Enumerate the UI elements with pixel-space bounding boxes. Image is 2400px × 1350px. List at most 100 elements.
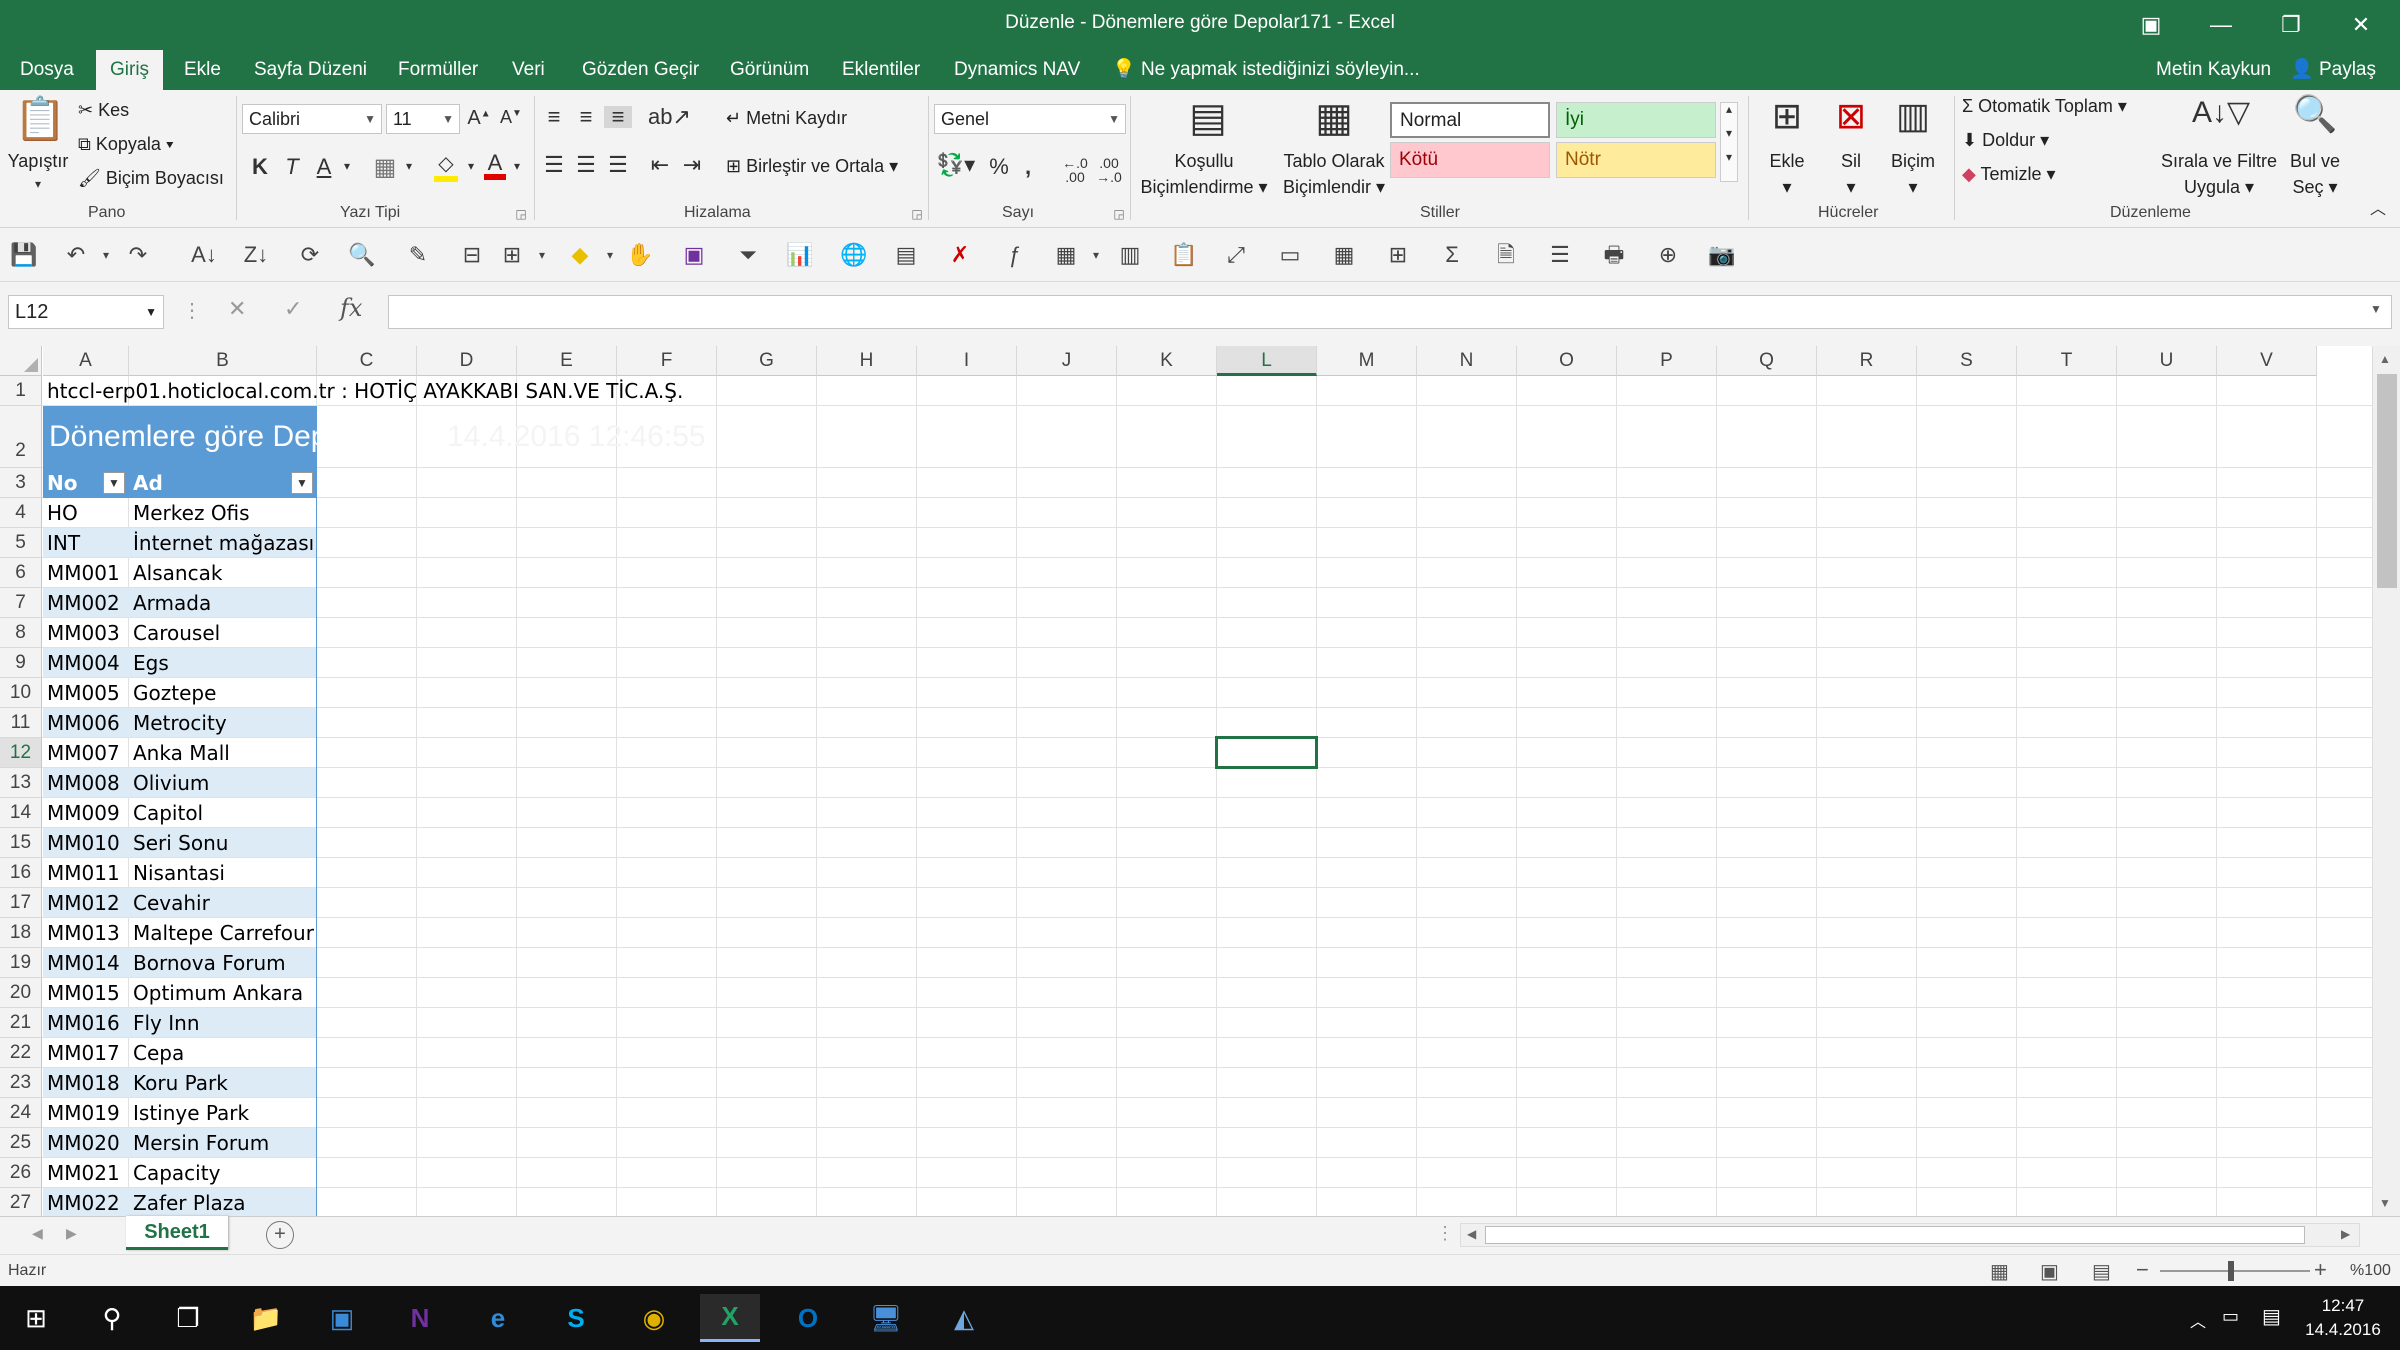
insert-cells-icon[interactable]: ⊞	[1762, 98, 1812, 134]
hand-icon[interactable]: ✋	[624, 240, 656, 270]
fill-color-dropdown-icon[interactable]: ▾	[464, 160, 478, 172]
table-row-ad[interactable]: Optimum Ankara	[129, 978, 317, 1008]
paint-icon[interactable]: ✎	[402, 240, 434, 270]
table-row-no[interactable]: MM002	[43, 588, 129, 618]
tab-dynamics-nav[interactable]: Dynamics NAV	[940, 50, 1094, 90]
borders-dropdown-icon[interactable]: ▾	[402, 160, 416, 172]
align-top-icon[interactable]: ≡	[540, 106, 568, 128]
chart-icon[interactable]: 📊	[784, 240, 816, 270]
table-row-no[interactable]: MM007	[43, 738, 129, 768]
table-row-ad[interactable]: Nisantasi	[129, 858, 317, 888]
table-row-ad[interactable]: Capitol	[129, 798, 317, 828]
percent-button[interactable]: %	[984, 156, 1014, 178]
autosum-button[interactable]: Σ Otomatik Toplam ▾	[1962, 96, 2127, 117]
fill-bucket-dropdown-icon[interactable]: ▾	[594, 240, 626, 270]
filter-icon[interactable]: ⏷	[732, 240, 764, 270]
sort-filter-icon[interactable]: A↓▽	[2192, 98, 2250, 128]
insert-cells-button[interactable]: Ekle ▾	[1752, 148, 1822, 200]
merge-center-button[interactable]: ⊞ Birleştir ve Ortala ▾	[726, 156, 898, 177]
paste-dropdown-icon[interactable]: ▾	[30, 178, 46, 190]
merge-cells-icon[interactable]: ⊟	[456, 240, 488, 270]
dynamics-nav-icon[interactable]: ◭	[934, 1294, 994, 1342]
table-row-no[interactable]: MM005	[43, 678, 129, 708]
table-row-no[interactable]: HO	[43, 498, 129, 528]
orientation-icon[interactable]: ab↗	[648, 106, 691, 128]
format-as-table-icon[interactable]: ▦	[1308, 98, 1360, 138]
row-header-27[interactable]: 27	[0, 1188, 42, 1216]
report-title-cell[interactable]: Dönemlere göre Depolar :	[45, 420, 394, 454]
align-middle-icon[interactable]: ≡	[572, 106, 600, 128]
row-header-18[interactable]: 18	[0, 918, 42, 948]
table-grid-icon[interactable]: ⊞	[1382, 240, 1414, 270]
decrease-indent-icon[interactable]: ⇤	[646, 154, 674, 176]
fill-color-icon[interactable]: ◇	[430, 154, 462, 182]
enter-formula-icon[interactable]: ✓	[284, 296, 302, 322]
fill-button[interactable]: ⬇ Doldur ▾	[1962, 130, 2049, 151]
ribbon-display-icon[interactable]: ▣	[2116, 0, 2186, 50]
add-sheet-button[interactable]: +	[266, 1221, 294, 1249]
report-timestamp-cell[interactable]: 14.4.2016 12:46:55	[443, 420, 706, 454]
style-bad[interactable]: Kötü	[1390, 142, 1550, 178]
table-row-no[interactable]: MM001	[43, 558, 129, 588]
maximize-button[interactable]: ❐	[2256, 0, 2326, 50]
clipboard-icon[interactable]: 📋	[1168, 240, 1200, 270]
prev-sheet-icon[interactable]: ◀	[32, 1225, 43, 1242]
style-good[interactable]: İyi	[1556, 102, 1716, 138]
table-row-ad[interactable]: Goztepe	[129, 678, 317, 708]
grow-font-icon[interactable]: A▲	[466, 108, 492, 128]
zoom-slider-thumb[interactable]	[2228, 1261, 2234, 1281]
table-row-no[interactable]: MM006	[43, 708, 129, 738]
function-icon[interactable]: ƒ	[998, 240, 1030, 270]
undo-icon[interactable]: ↶	[60, 240, 92, 270]
task-view-icon[interactable]: ❐	[158, 1294, 218, 1342]
table-row-ad[interactable]: Cepa	[129, 1038, 317, 1068]
filter-dropdown-icon[interactable]: ▼	[291, 472, 313, 494]
table-row-ad[interactable]: Seri Sonu	[129, 828, 317, 858]
select-all-button[interactable]	[0, 346, 42, 376]
row-header-22[interactable]: 22	[0, 1038, 42, 1068]
tab-addins[interactable]: Eklentiler	[828, 50, 934, 90]
normal-view-icon[interactable]: ▦	[1990, 1259, 2009, 1284]
windows-start-icon[interactable]: ⊞	[6, 1294, 66, 1342]
column-header-o[interactable]: O	[1517, 346, 1617, 376]
table-row-ad[interactable]: Mersin Forum	[129, 1128, 317, 1158]
battery-icon[interactable]: ▭	[2222, 1306, 2239, 1327]
row-header-15[interactable]: 15	[0, 828, 42, 858]
conditional-formatting-icon[interactable]: ▤	[1182, 98, 1234, 138]
resize-icon[interactable]: ⤢	[1220, 240, 1252, 270]
delete-cells-button[interactable]: Sil ▾	[1816, 148, 1886, 200]
table-row-no[interactable]: MM004	[43, 648, 129, 678]
table-row-no[interactable]: MM016	[43, 1008, 129, 1038]
sheet-tab-sheet1[interactable]: Sheet1	[126, 1216, 228, 1250]
zoom-in-icon[interactable]: +	[2314, 1257, 2327, 1283]
collapse-ribbon-icon[interactable]: ︿	[2368, 202, 2388, 218]
save-icon[interactable]: 💾	[8, 240, 40, 270]
paste-button[interactable]: Yapıştır	[4, 148, 72, 174]
align-left-icon[interactable]: ☰	[540, 154, 568, 176]
row-header-9[interactable]: 9	[0, 648, 42, 678]
magnifier-icon[interactable]: 🔍	[2290, 96, 2340, 132]
table-icon[interactable]: ▤	[890, 240, 922, 270]
column-header-e[interactable]: E	[517, 346, 617, 376]
refresh-icon[interactable]: ⟳	[294, 240, 326, 270]
row-header-16[interactable]: 16	[0, 858, 42, 888]
add-shape-icon[interactable]: ⊕	[1652, 240, 1684, 270]
bold-button[interactable]: K	[248, 156, 272, 178]
table-row-no[interactable]: MM014	[43, 948, 129, 978]
vertical-scroll-thumb[interactable]	[2377, 374, 2397, 588]
name-box[interactable]: L12 ▼	[8, 295, 164, 329]
column-header-a[interactable]: A	[43, 346, 129, 376]
delete-cells-icon[interactable]: ⊠	[1826, 98, 1876, 134]
tab-formulas[interactable]: Formüller	[384, 50, 492, 90]
table-row-ad[interactable]: Alsancak	[129, 558, 317, 588]
calculator-icon[interactable]: ▦	[1328, 240, 1360, 270]
chrome-icon[interactable]: ◉	[624, 1294, 684, 1342]
row-header-4[interactable]: 4	[0, 498, 42, 528]
format-painter-button[interactable]: 🖌 Biçim Boyacısı	[78, 168, 224, 189]
font-name-combo[interactable]: Calibri ▼	[242, 104, 382, 134]
scroll-down-icon[interactable]: ▼	[2379, 1196, 2391, 1210]
table-row-ad[interactable]: Zafer Plaza	[129, 1188, 317, 1216]
row-header-10[interactable]: 10	[0, 678, 42, 708]
table-row-ad[interactable]: Bornova Forum	[129, 948, 317, 978]
column-header-n[interactable]: N	[1417, 346, 1517, 376]
